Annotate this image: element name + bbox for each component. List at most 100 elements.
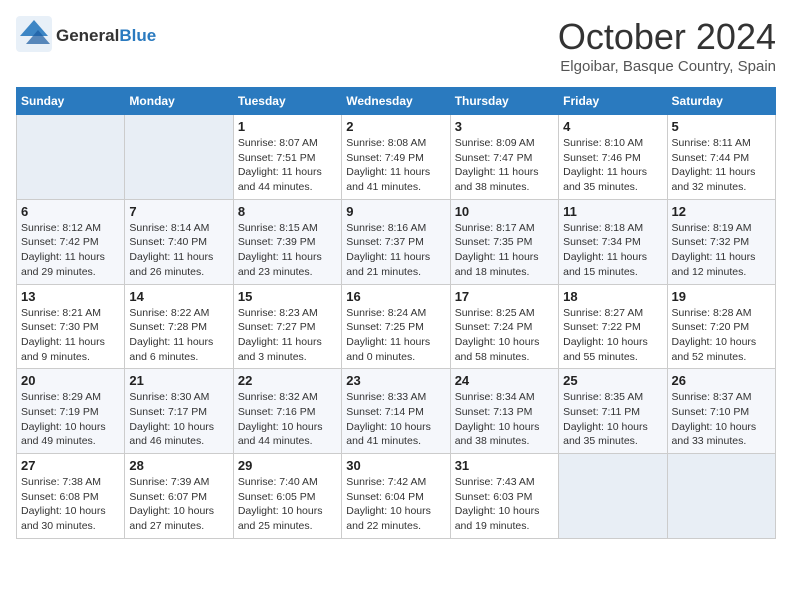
title-section: October 2024 Elgoibar, Basque Country, S… (558, 16, 776, 75)
calendar-cell: 3Sunrise: 8:09 AMSunset: 7:47 PMDaylight… (450, 115, 558, 200)
calendar-cell: 23 Sunrise: 8:33 AMSunset: 7:14 PMDayligh… (342, 369, 450, 454)
day-number: 8 (238, 204, 337, 219)
calendar-cell: 12 Sunrise: 8:19 AMSunset: 7:32 PMDayligh… (667, 199, 775, 284)
day-number: 31 (455, 458, 554, 473)
calendar-cell: 9Sunrise: 8:16 AMSunset: 7:37 PMDaylight… (342, 199, 450, 284)
calendar-cell: 6 Sunrise: 8:12 AMSunset: 7:42 PMDaylight… (17, 199, 125, 284)
calendar-cell: 4 Sunrise: 8:10 AMSunset: 7:46 PMDaylight… (559, 115, 667, 200)
day-info: Sunrise: 8:10 AMSunset: 7:46 PMDaylight:… (563, 136, 662, 195)
calendar-cell: 26 Sunrise: 8:37 AMSunset: 7:10 PMDayligh… (667, 369, 775, 454)
day-number: 25 (563, 373, 662, 388)
day-number: 19 (672, 289, 771, 304)
day-info: Sunrise: 8:35 AMSunset: 7:11 PMDaylight:… (563, 390, 662, 449)
page-header: GeneralBlue October 2024 Elgoibar, Basqu… (16, 16, 776, 75)
day-number: 29 (238, 458, 337, 473)
calendar-cell: 29 Sunrise: 7:40 AMSunset: 6:05 PMDayligh… (233, 454, 341, 539)
day-info: Sunrise: 7:42 AMSunset: 6:04 PMDaylight:… (346, 475, 445, 534)
day-info: Sunrise: 8:27 AMSunset: 7:22 PMDaylight:… (563, 306, 662, 365)
calendar-cell: 8 Sunrise: 8:15 AMSunset: 7:39 PMDaylight… (233, 199, 341, 284)
day-info: Sunrise: 8:19 AMSunset: 7:32 PMDaylight:… (672, 221, 771, 280)
day-number: 6 (21, 204, 120, 219)
day-info: Sunrise: 8:23 AMSunset: 7:27 PMDaylight:… (238, 306, 337, 365)
day-number: 26 (672, 373, 771, 388)
calendar-cell: 5 Sunrise: 8:11 AMSunset: 7:44 PMDaylight… (667, 115, 775, 200)
day-number: 17 (455, 289, 554, 304)
calendar-cell: 19 Sunrise: 8:28 AMSunset: 7:20 PMDayligh… (667, 284, 775, 369)
calendar-week-row: 20 Sunrise: 8:29 AMSunset: 7:19 PMDayligh… (17, 369, 776, 454)
day-info: Sunrise: 8:07 AMSunset: 7:51 PMDaylight:… (238, 136, 337, 195)
day-number: 23 (346, 373, 445, 388)
calendar-cell: 17 Sunrise: 8:25 AMSunset: 7:24 PMDayligh… (450, 284, 558, 369)
day-info: Sunrise: 8:34 AMSunset: 7:13 PMDaylight:… (455, 390, 554, 449)
calendar-table: SundayMondayTuesdayWednesdayThursdayFrid… (16, 87, 776, 539)
logo-blue: Blue (119, 26, 156, 45)
day-info: Sunrise: 8:14 AMSunset: 7:40 PMDaylight:… (129, 221, 228, 280)
calendar-cell: 7Sunrise: 8:14 AMSunset: 7:40 PMDaylight… (125, 199, 233, 284)
day-info: Sunrise: 7:40 AMSunset: 6:05 PMDaylight:… (238, 475, 337, 534)
calendar-cell: 20 Sunrise: 8:29 AMSunset: 7:19 PMDayligh… (17, 369, 125, 454)
logo-icon (16, 16, 52, 52)
day-info: Sunrise: 8:25 AMSunset: 7:24 PMDaylight:… (455, 306, 554, 365)
day-info: Sunrise: 8:17 AMSunset: 7:35 PMDaylight:… (455, 221, 554, 280)
calendar-week-row: 13Sunrise: 8:21 AMSunset: 7:30 PMDayligh… (17, 284, 776, 369)
day-number: 21 (129, 373, 228, 388)
calendar-cell: 16 Sunrise: 8:24 AMSunset: 7:25 PMDayligh… (342, 284, 450, 369)
day-number: 14 (129, 289, 228, 304)
day-number: 4 (563, 119, 662, 134)
calendar-cell: 14 Sunrise: 8:22 AMSunset: 7:28 PMDayligh… (125, 284, 233, 369)
day-info: Sunrise: 8:28 AMSunset: 7:20 PMDaylight:… (672, 306, 771, 365)
column-header-saturday: Saturday (667, 88, 775, 115)
day-info: Sunrise: 8:09 AMSunset: 7:47 PMDaylight:… (455, 136, 554, 195)
day-info: Sunrise: 7:38 AMSunset: 6:08 PMDaylight:… (21, 475, 120, 534)
column-header-sunday: Sunday (17, 88, 125, 115)
day-info: Sunrise: 7:43 AMSunset: 6:03 PMDaylight:… (455, 475, 554, 534)
day-info: Sunrise: 8:29 AMSunset: 7:19 PMDaylight:… (21, 390, 120, 449)
day-number: 15 (238, 289, 337, 304)
day-number: 2 (346, 119, 445, 134)
day-info: Sunrise: 8:24 AMSunset: 7:25 PMDaylight:… (346, 306, 445, 365)
logo-general: General (56, 26, 119, 45)
calendar-week-row: 1Sunrise: 8:07 AMSunset: 7:51 PMDaylight… (17, 115, 776, 200)
column-header-thursday: Thursday (450, 88, 558, 115)
day-info: Sunrise: 8:30 AMSunset: 7:17 PMDaylight:… (129, 390, 228, 449)
column-header-monday: Monday (125, 88, 233, 115)
day-info: Sunrise: 8:15 AMSunset: 7:39 PMDaylight:… (238, 221, 337, 280)
day-info: Sunrise: 8:18 AMSunset: 7:34 PMDaylight:… (563, 221, 662, 280)
column-header-friday: Friday (559, 88, 667, 115)
calendar-cell: 22Sunrise: 8:32 AMSunset: 7:16 PMDayligh… (233, 369, 341, 454)
calendar-cell: 1Sunrise: 8:07 AMSunset: 7:51 PMDaylight… (233, 115, 341, 200)
day-info: Sunrise: 8:11 AMSunset: 7:44 PMDaylight:… (672, 136, 771, 195)
calendar-cell: 18Sunrise: 8:27 AMSunset: 7:22 PMDayligh… (559, 284, 667, 369)
day-info: Sunrise: 8:21 AMSunset: 7:30 PMDaylight:… (21, 306, 120, 365)
calendar-cell (17, 115, 125, 200)
calendar-cell: 31 Sunrise: 7:43 AMSunset: 6:03 PMDayligh… (450, 454, 558, 539)
day-number: 12 (672, 204, 771, 219)
day-info: Sunrise: 8:22 AMSunset: 7:28 PMDaylight:… (129, 306, 228, 365)
day-info: Sunrise: 8:12 AMSunset: 7:42 PMDaylight:… (21, 221, 120, 280)
column-header-wednesday: Wednesday (342, 88, 450, 115)
calendar-week-row: 27 Sunrise: 7:38 AMSunset: 6:08 PMDayligh… (17, 454, 776, 539)
day-info: Sunrise: 8:08 AMSunset: 7:49 PMDaylight:… (346, 136, 445, 195)
logo: GeneralBlue (16, 16, 156, 57)
day-number: 16 (346, 289, 445, 304)
calendar-cell: 27 Sunrise: 7:38 AMSunset: 6:08 PMDayligh… (17, 454, 125, 539)
calendar-cell (125, 115, 233, 200)
day-info: Sunrise: 8:37 AMSunset: 7:10 PMDaylight:… (672, 390, 771, 449)
calendar-cell: 28Sunrise: 7:39 AMSunset: 6:07 PMDayligh… (125, 454, 233, 539)
calendar-header-row: SundayMondayTuesdayWednesdayThursdayFrid… (17, 88, 776, 115)
day-number: 30 (346, 458, 445, 473)
day-info: Sunrise: 8:33 AMSunset: 7:14 PMDaylight:… (346, 390, 445, 449)
calendar-cell (667, 454, 775, 539)
calendar-cell: 11Sunrise: 8:18 AMSunset: 7:34 PMDayligh… (559, 199, 667, 284)
calendar-cell: 30 Sunrise: 7:42 AMSunset: 6:04 PMDayligh… (342, 454, 450, 539)
calendar-cell: 24 Sunrise: 8:34 AMSunset: 7:13 PMDayligh… (450, 369, 558, 454)
day-number: 24 (455, 373, 554, 388)
day-number: 22 (238, 373, 337, 388)
day-number: 20 (21, 373, 120, 388)
calendar-cell: 15 Sunrise: 8:23 AMSunset: 7:27 PMDayligh… (233, 284, 341, 369)
day-number: 27 (21, 458, 120, 473)
day-number: 5 (672, 119, 771, 134)
day-number: 10 (455, 204, 554, 219)
calendar-week-row: 6 Sunrise: 8:12 AMSunset: 7:42 PMDaylight… (17, 199, 776, 284)
location: Elgoibar, Basque Country, Spain (558, 58, 776, 75)
